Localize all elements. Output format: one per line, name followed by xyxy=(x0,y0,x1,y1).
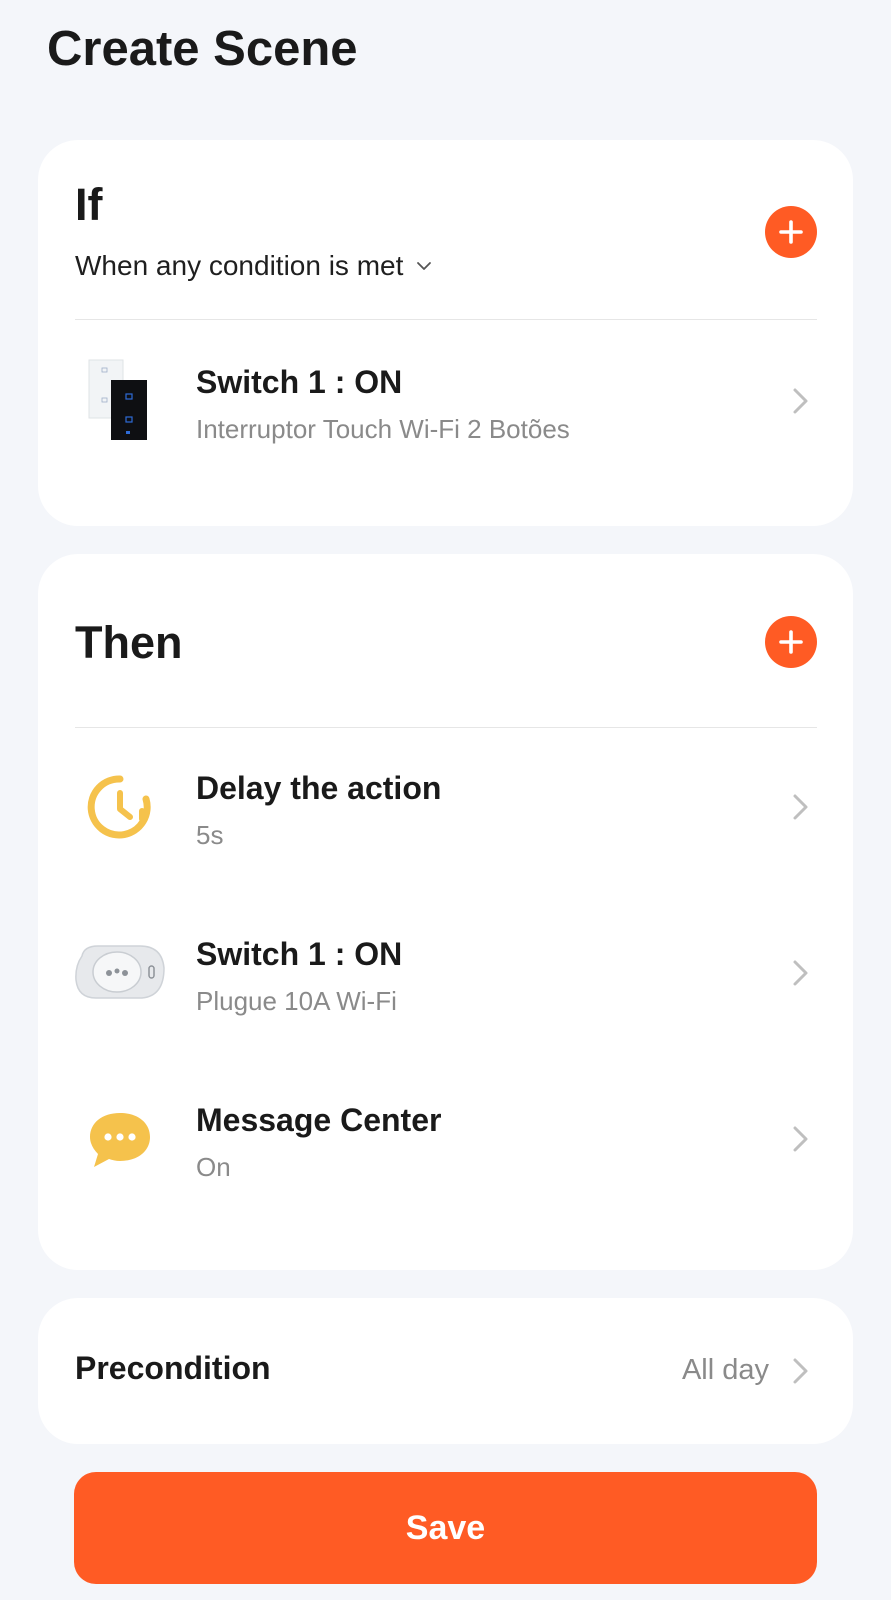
timer-icon xyxy=(72,764,168,850)
if-section-title: If xyxy=(75,179,103,230)
condition-device-name: Interruptor Touch Wi-Fi 2 Botões xyxy=(196,414,570,444)
action-row-plug[interactable]: Switch 1 : ON Plugue 10A Wi-Fi xyxy=(38,908,853,1038)
then-divider xyxy=(75,727,817,728)
precondition-row[interactable]: Precondition All day xyxy=(38,1298,853,1444)
condition-title: Switch 1 : ON xyxy=(196,364,403,400)
if-card: If When any condition is met Switch 1: … xyxy=(38,140,853,526)
action-row-message[interactable]: Message Center On xyxy=(38,1074,853,1204)
condition-mode-dropdown[interactable]: When any condition is met xyxy=(75,246,433,286)
plus-circle-icon xyxy=(779,630,803,654)
create-scene-screen: Create Scene If When any condition is me… xyxy=(0,0,891,1600)
action-row-delay[interactable]: Delay the action 5s xyxy=(38,742,853,872)
chevron-right-icon xyxy=(793,1358,808,1384)
smart-plug-device-icon xyxy=(72,930,168,1016)
add-condition-button[interactable] xyxy=(765,206,817,258)
precondition-label: Precondition xyxy=(75,1350,271,1386)
plus-circle-icon xyxy=(779,220,803,244)
chevron-down-icon xyxy=(417,262,432,270)
precondition-value: All day xyxy=(681,1354,769,1386)
chevron-right-icon xyxy=(793,388,808,414)
then-card: Then Delay the action 5s Switch 1: ON P… xyxy=(38,554,853,1270)
chevron-right-icon xyxy=(793,1126,808,1152)
then-section-title: Then xyxy=(75,617,183,668)
action-subtitle: 5s xyxy=(196,820,224,850)
chat-bubble-icon xyxy=(72,1096,168,1182)
action-subtitle: On xyxy=(196,1152,231,1182)
chevron-right-icon xyxy=(793,960,808,986)
condition-row[interactable]: Switch 1 : ON Interruptor Touch Wi-Fi 2 … xyxy=(38,336,853,466)
action-device-name: Plugue 10A Wi-Fi xyxy=(196,986,397,1016)
if-divider xyxy=(75,319,817,320)
action-title: Delay the action xyxy=(196,770,442,806)
touch-switch-device-icon xyxy=(72,358,168,444)
condition-mode-label: When any condition is met xyxy=(75,250,404,281)
action-title: Switch 1 : ON xyxy=(196,936,403,972)
page-title: Create Scene xyxy=(47,22,358,76)
add-action-button[interactable] xyxy=(765,616,817,668)
precondition-card: Precondition All day xyxy=(38,1298,853,1444)
chevron-right-icon xyxy=(793,794,808,820)
action-title: Message Center xyxy=(196,1102,442,1138)
save-button[interactable]: Save xyxy=(74,1472,817,1584)
